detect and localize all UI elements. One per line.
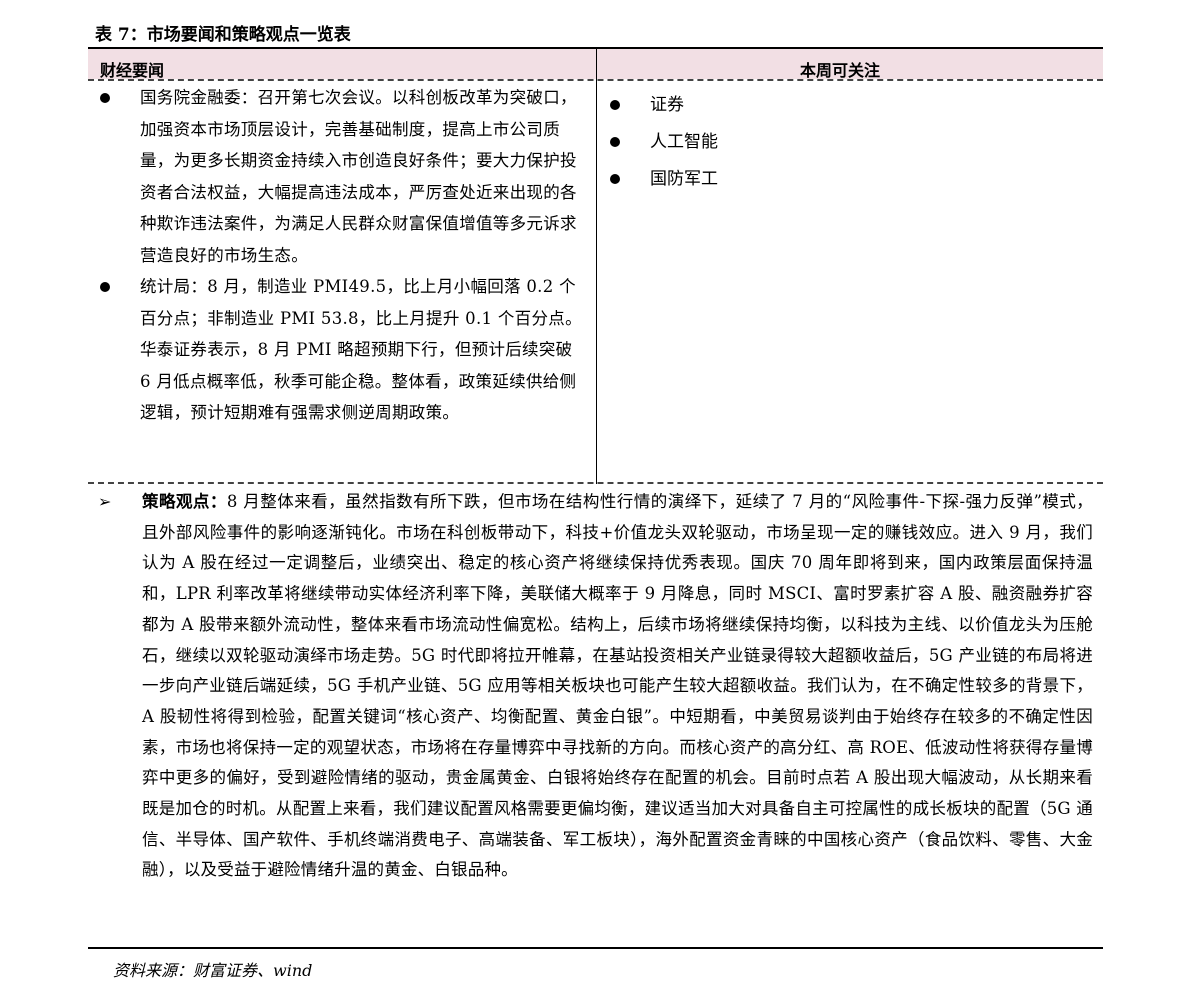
table-title: 表 7：市场要闻和策略观点一览表: [95, 25, 351, 45]
strategy-text: 8 月整体来看，虽然指数有所下跌，但市场在结构性行情的演绎下，延续了 7 月的“…: [142, 492, 1094, 880]
arrow-bullet-icon: ➢: [98, 492, 112, 511]
news-list: 国务院金融委：召开第七次会议。以科创板改革为突破口，加强资本市场顶层设计，完善基…: [88, 82, 588, 429]
bullet-icon: [610, 100, 620, 110]
bullet-icon: [610, 137, 620, 147]
strategy-paragraph: 策略观点：8 月整体来看，虽然指数有所下跌，但市场在结构性行情的演绎下，延续了 …: [142, 487, 1093, 886]
list-item: 统计局：8 月，制造业 PMI49.5，比上月小幅回落 0.2 个百分点；非制造…: [88, 271, 588, 429]
focus-sector: 国防军工: [650, 169, 718, 189]
market-news-table: 财经要闻 本周可关注 国务院金融委：召开第七次会议。以科创板改革为突破口，加强资…: [88, 45, 1103, 950]
header-weekly-focus: 本周可关注: [800, 61, 881, 80]
strategy-section: ➢ 策略观点：8 月整体来看，虽然指数有所下跌，但市场在结构性行情的演绎下，延续…: [88, 487, 1093, 886]
list-item: 国防军工: [606, 161, 718, 198]
source-note: 资料来源：财富证券、wind: [113, 961, 313, 980]
strategy-label: 策略观点：: [142, 492, 227, 511]
bottom-rule: [88, 947, 1103, 949]
header-financial-news: 财经要闻: [100, 61, 165, 80]
section-divider: [88, 482, 1103, 484]
bullet-icon: [100, 93, 110, 103]
list-item: 人工智能: [606, 124, 718, 161]
news-text: 国务院金融委：召开第七次会议。以科创板改革为突破口，加强资本市场顶层设计，完善基…: [140, 88, 577, 265]
list-item: 国务院金融委：召开第七次会议。以科创板改革为突破口，加强资本市场顶层设计，完善基…: [88, 82, 588, 271]
focus-sector: 证券: [650, 95, 684, 115]
focus-list: 证券 人工智能 国防军工: [606, 87, 718, 198]
column-divider: [596, 49, 597, 484]
focus-sector: 人工智能: [650, 132, 718, 152]
list-item: 证券: [606, 87, 718, 124]
bullet-icon: [100, 282, 110, 292]
news-text: 统计局：8 月，制造业 PMI49.5，比上月小幅回落 0.2 个百分点；非制造…: [140, 277, 582, 422]
bullet-icon: [610, 174, 620, 184]
